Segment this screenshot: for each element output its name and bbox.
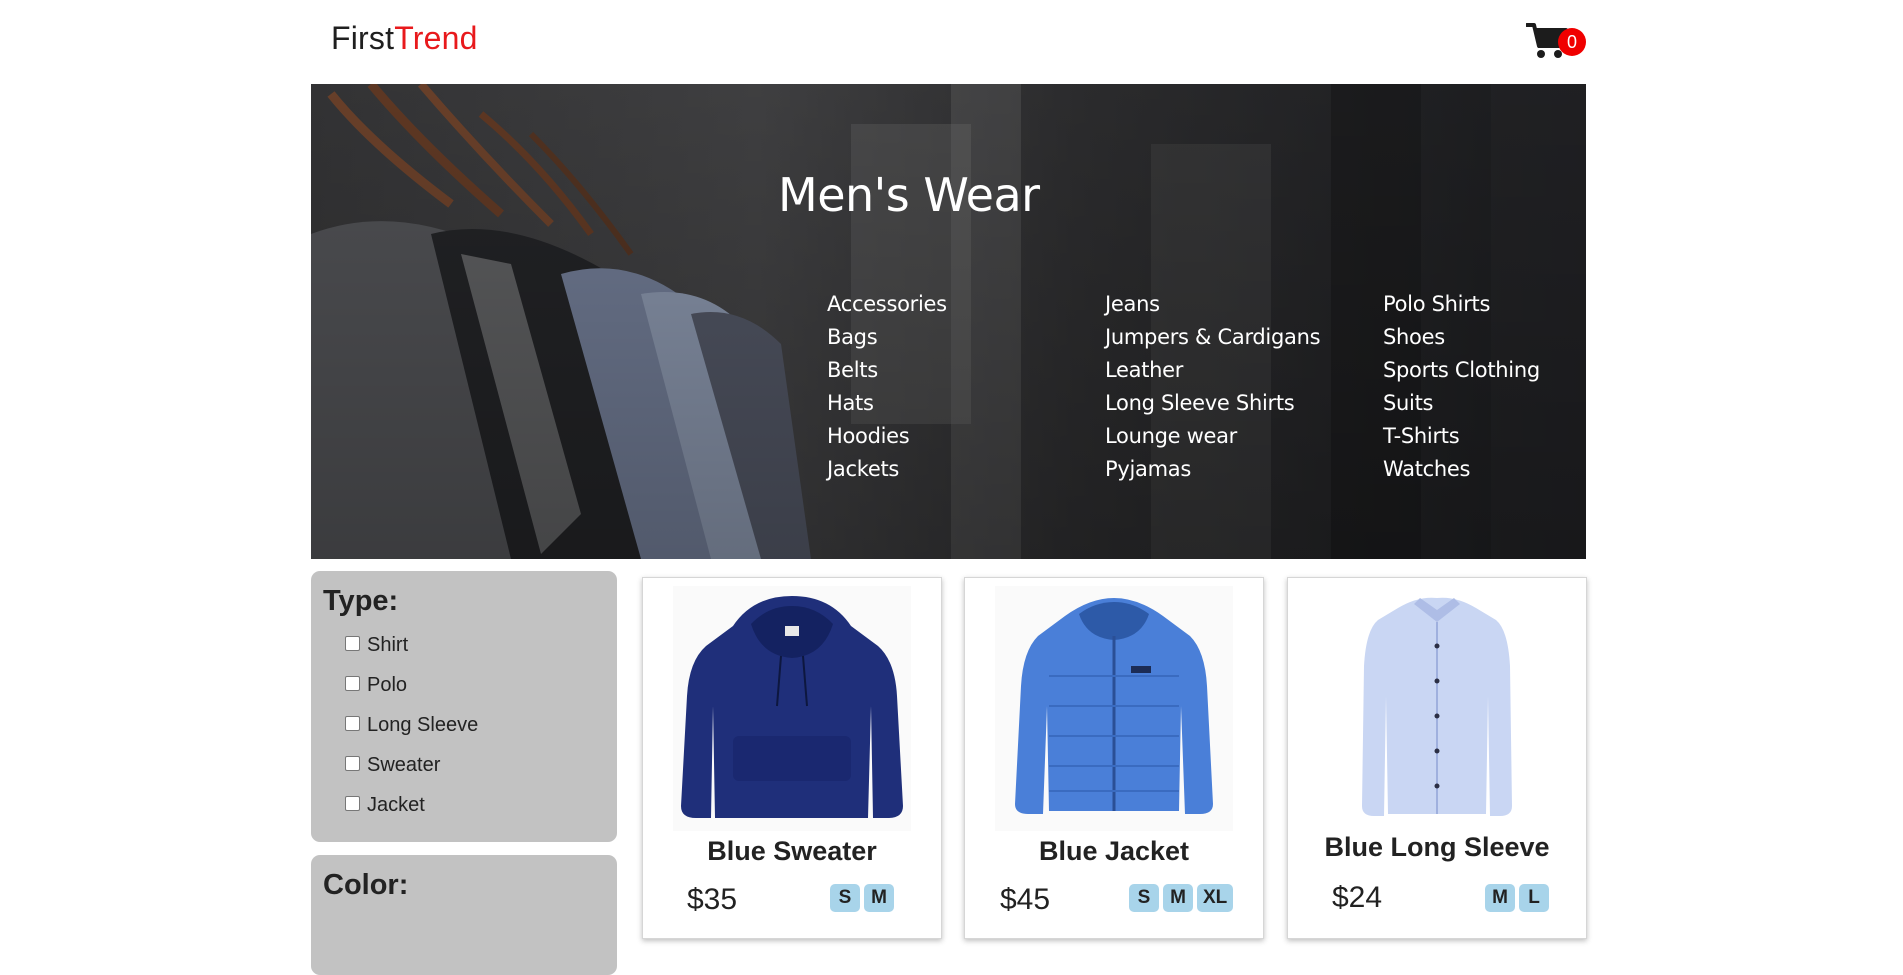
navy-hoodie-image (673, 586, 911, 831)
filter-option-label: Long Sleeve (367, 714, 479, 736)
size-options: S M XL (1129, 884, 1234, 912)
product-card[interactable]: Blue Jacket $45 S M XL (964, 577, 1264, 939)
site-logo[interactable]: FirstTrend (331, 20, 478, 57)
checkbox[interactable] (345, 676, 360, 691)
product-card[interactable]: Blue Sweater $35 S M (642, 577, 942, 939)
size-chip[interactable]: M (1163, 884, 1193, 912)
category-link[interactable]: Shoes (1383, 321, 1540, 354)
checkbox[interactable] (345, 796, 360, 811)
hero-title: Men's Wear (778, 168, 1040, 222)
category-link[interactable]: Polo Shirts (1383, 288, 1540, 321)
product-name[interactable]: Blue Long Sleeve (1288, 832, 1586, 863)
category-link[interactable]: Leather (1105, 354, 1320, 387)
category-link[interactable]: Jackets (827, 453, 947, 486)
color-filter-panel: Color: (311, 855, 617, 975)
product-price: $24 (1332, 881, 1383, 914)
cart-count-badge: 0 (1558, 28, 1586, 56)
category-link[interactable]: Jeans (1105, 288, 1320, 321)
category-link[interactable]: Hats (827, 387, 947, 420)
category-link[interactable]: Lounge wear (1105, 420, 1320, 453)
category-link[interactable]: Accessories (827, 288, 947, 321)
category-link[interactable]: Belts (827, 354, 947, 387)
checkbox[interactable] (345, 716, 360, 731)
checkbox[interactable] (345, 756, 360, 771)
filter-option-label: Sweater (367, 754, 441, 776)
size-chip[interactable]: M (1485, 884, 1515, 912)
product-name[interactable]: Blue Sweater (643, 836, 941, 867)
size-chip[interactable]: XL (1197, 884, 1234, 912)
category-link[interactable]: Sports Clothing (1383, 354, 1540, 387)
category-link[interactable]: Pyjamas (1105, 453, 1320, 486)
category-link[interactable]: Bags (827, 321, 947, 354)
type-filter-title: Type: (323, 585, 399, 617)
filter-option-label: Shirt (367, 634, 409, 656)
category-link[interactable]: Long Sleeve Shirts (1105, 387, 1320, 420)
checkbox[interactable] (345, 636, 360, 651)
color-filter-title: Color: (323, 869, 409, 901)
size-options: M L (1485, 884, 1549, 912)
category-column-1: Accessories Bags Belts Hats Hoodies Jack… (827, 288, 947, 486)
category-link[interactable]: Jumpers & Cardigans (1105, 321, 1321, 354)
category-link[interactable]: Watches (1383, 453, 1540, 486)
type-filter-panel: Type: Shirt Polo Long Sleeve Sweater Jac… (311, 571, 617, 842)
blue-puffer-jacket-image (995, 586, 1233, 831)
product-name[interactable]: Blue Jacket (965, 836, 1263, 867)
filter-option-label: Polo (367, 674, 408, 696)
page-container: FirstTrend 0 Men's Wear Accessories Bags… (311, 0, 1587, 975)
category-link[interactable]: T-Shirts (1383, 420, 1540, 453)
size-chip[interactable]: L (1519, 884, 1549, 912)
size-chip[interactable]: M (864, 884, 894, 912)
hero-banner: Men's Wear Accessories Bags Belts Hats H… (311, 84, 1586, 559)
category-column-2: Jeans Jumpers & Cardigans Leather Long S… (1105, 288, 1321, 486)
logo-first: First (331, 20, 395, 56)
filter-option-label: Jacket (367, 794, 425, 816)
size-options: S M (830, 884, 894, 912)
category-link[interactable]: Suits (1383, 387, 1540, 420)
size-chip[interactable]: S (1129, 884, 1159, 912)
product-price: $45 (1000, 883, 1051, 916)
light-blue-shirt-image (1318, 586, 1556, 831)
size-chip[interactable]: S (830, 884, 860, 912)
product-card[interactable]: Blue Long Sleeve $24 M L (1287, 577, 1587, 939)
logo-trend: Trend (394, 20, 478, 56)
cart-button[interactable]: 0 (1526, 18, 1586, 64)
product-price: $35 (687, 883, 738, 916)
category-column-3: Polo Shirts Shoes Sports Clothing Suits … (1383, 288, 1540, 486)
category-link[interactable]: Hoodies (827, 420, 947, 453)
